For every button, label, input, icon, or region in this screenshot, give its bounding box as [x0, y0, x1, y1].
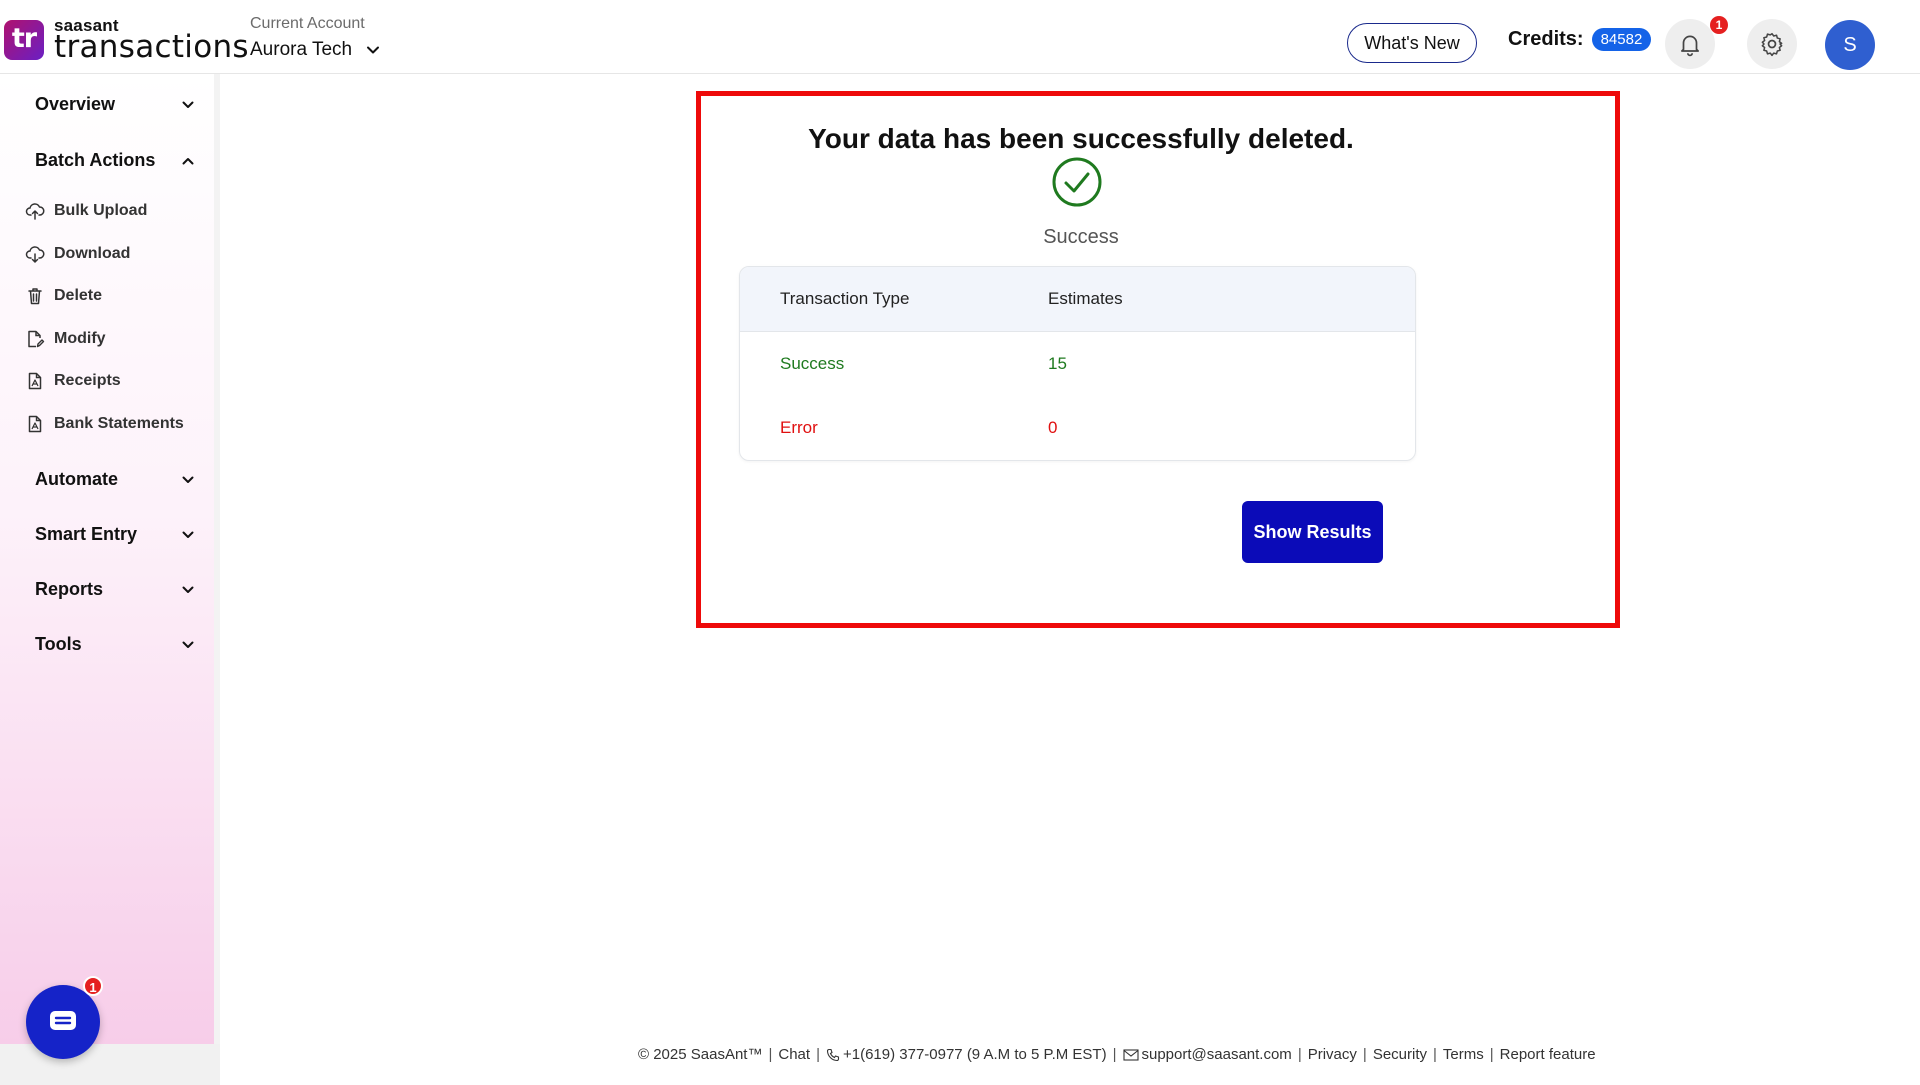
cloud-upload-icon — [25, 201, 45, 221]
account-switcher: Current Account Aurora Tech — [250, 15, 380, 61]
sidebar-section-reports[interactable]: Reports — [35, 579, 195, 600]
notification-count-badge: 1 — [1710, 16, 1728, 34]
pdf-file-icon — [25, 414, 45, 434]
user-avatar[interactable]: S — [1825, 20, 1875, 70]
footer-separator: | — [768, 1046, 773, 1063]
table-cell-value: 15 — [1048, 354, 1067, 373]
sidebar-section-tools[interactable]: Tools — [35, 634, 195, 655]
result-table: Transaction Type Estimates Success 15 Er… — [739, 266, 1416, 461]
table-cell-type: Error — [780, 418, 818, 437]
table-row: Error 0 — [740, 396, 1415, 460]
result-status: Success — [1043, 226, 1119, 248]
sidebar-section-label: Reports — [35, 579, 104, 599]
notifications-button[interactable] — [1665, 19, 1715, 69]
sidebar-item-bulk-upload[interactable]: Bulk Upload — [25, 201, 147, 221]
table-header-row: Transaction Type Estimates — [740, 267, 1415, 332]
footer-phone-link[interactable]: +1(619) 377-0977 (9 A.M to 5 P.M EST) — [843, 1046, 1107, 1063]
logo-text: saasant transactions — [54, 17, 249, 63]
footer-separator: | — [1112, 1046, 1117, 1063]
sidebar-section-label: Batch Actions — [35, 150, 156, 170]
credits-label: Credits: — [1508, 28, 1584, 50]
footer-chat-link[interactable]: Chat — [778, 1046, 810, 1063]
sidebar-section-label: Overview — [35, 94, 116, 114]
chat-notification-badge: 1 — [83, 976, 103, 996]
table-cell-value: 0 — [1048, 418, 1058, 437]
table-header-transaction-type: Transaction Type — [780, 289, 910, 308]
file-edit-icon — [25, 329, 45, 349]
cloud-download-icon — [25, 244, 45, 264]
account-select[interactable]: Aurora Tech — [250, 39, 380, 61]
table-header-estimates: Estimates — [1048, 289, 1123, 308]
footer-copyright: © 2025 SaasAnt™ — [638, 1046, 763, 1063]
sidebar-section-automate[interactable]: Automate — [35, 469, 195, 490]
chevron-down-icon — [367, 46, 380, 54]
trash-icon — [25, 286, 45, 306]
chevron-down-icon — [182, 586, 194, 593]
delete-result-panel: Your data has been successfully deleted.… — [696, 91, 1620, 628]
table-cell-type: Success — [780, 354, 845, 373]
footer-terms-link[interactable]: Terms — [1443, 1046, 1484, 1063]
check-circle-icon — [1052, 157, 1102, 207]
show-results-button[interactable]: Show Results — [1242, 501, 1383, 563]
sidebar-item-label: Bulk Upload — [54, 202, 148, 219]
footer-separator: | — [1362, 1046, 1367, 1063]
footer-email-link[interactable]: support@saasant.com — [1142, 1046, 1292, 1063]
logo-mark: tr — [4, 20, 44, 60]
bell-icon — [1681, 35, 1699, 57]
chevron-down-icon — [182, 531, 194, 538]
footer-separator: | — [1489, 1046, 1494, 1063]
account-name: Aurora Tech — [250, 39, 353, 60]
table-row: Success 15 — [740, 332, 1415, 396]
footer-privacy-link[interactable]: Privacy — [1308, 1046, 1357, 1063]
footer-report-feature-link[interactable]: Report feature — [1500, 1046, 1596, 1063]
chat-bubble-icon — [50, 1011, 76, 1030]
footer-security-link[interactable]: Security — [1373, 1046, 1427, 1063]
sidebar: Overview Batch Actions Bulk Upload Downl… — [0, 74, 220, 1044]
sidebar-item-label: Bank Statements — [54, 415, 184, 432]
top-header: tr saasant transactions Current Account … — [0, 0, 1920, 74]
phone-icon — [826, 1048, 840, 1062]
mail-icon — [1122, 1048, 1139, 1061]
sidebar-section-label: Tools — [35, 634, 82, 654]
footer-separator: | — [1433, 1046, 1437, 1063]
sidebar-item-label: Delete — [54, 287, 103, 304]
sidebar-section-label: Smart Entry — [35, 524, 138, 544]
sidebar-item-delete[interactable]: Delete — [25, 286, 102, 306]
sidebar-item-receipts[interactable]: Receipts — [25, 371, 121, 391]
chevron-up-icon — [182, 157, 194, 164]
logo-product: transactions — [54, 29, 249, 65]
chevron-down-icon — [182, 641, 194, 648]
chevron-down-icon — [182, 101, 194, 108]
credits-display: Credits: 84582 — [1508, 28, 1652, 51]
sidebar-section-batch-actions[interactable]: Batch Actions — [35, 150, 195, 171]
sidebar-section-label: Automate — [35, 469, 119, 489]
sidebar-item-modify[interactable]: Modify — [25, 329, 106, 349]
sidebar-item-label: Modify — [54, 330, 106, 347]
sidebar-section-overview[interactable]: Overview — [35, 94, 195, 115]
app-logo[interactable]: tr saasant transactions — [4, 17, 249, 63]
sidebar-footer — [0, 1044, 220, 1085]
footer-separator: | — [816, 1046, 820, 1063]
chat-widget-button[interactable] — [26, 985, 100, 1059]
account-label: Current Account — [250, 15, 365, 32]
gear-icon — [1761, 32, 1783, 57]
footer-separator: | — [1297, 1046, 1302, 1063]
page-footer: © 2025 SaasAnt™ | Chat | +1(619) 377-097… — [638, 1046, 1596, 1063]
chevron-down-icon — [182, 476, 194, 483]
sidebar-item-download[interactable]: Download — [25, 244, 130, 264]
whats-new-button[interactable]: What's New — [1347, 23, 1477, 63]
result-title: Your data has been successfully deleted. — [808, 123, 1354, 154]
sidebar-item-label: Receipts — [54, 372, 121, 389]
sidebar-section-smart-entry[interactable]: Smart Entry — [35, 524, 195, 545]
sidebar-item-label: Download — [54, 245, 131, 262]
credits-badge: 84582 — [1591, 28, 1652, 51]
settings-button[interactable] — [1747, 19, 1797, 69]
pdf-file-icon — [25, 371, 45, 391]
sidebar-item-bank-statements[interactable]: Bank Statements — [25, 414, 184, 434]
